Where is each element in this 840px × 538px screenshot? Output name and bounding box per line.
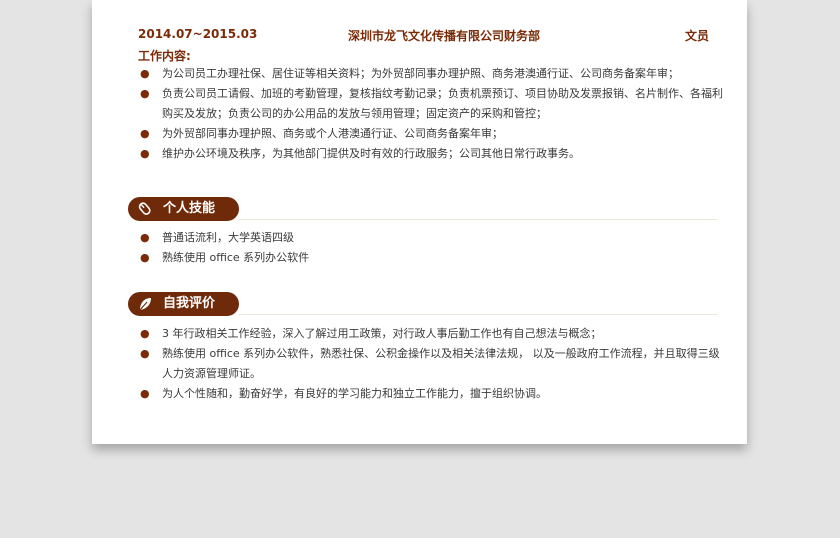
list-item-text: 熟练使用 office 系列办公软件，熟悉社保、公积金操作以及相关法律法规， 以… [162, 347, 720, 380]
list-item: ● 负责公司员工请假、加班的考勤管理，复核指纹考勤记录；负责机票预订、项目协助及发… [138, 84, 723, 124]
work-content-list: ● 为公司员工办理社保、居住证等相关资料；为外贸部同事办理护照、商务港澳通行证、公… [138, 64, 723, 164]
list-item: ● 普通话流利，大学英语四级 [138, 228, 723, 248]
list-item: ● 为公司员工办理社保、居住证等相关资料；为外贸部同事办理护照、商务港澳通行证、公… [138, 64, 723, 84]
list-item-text: 熟练使用 office 系列办公软件 [162, 251, 310, 264]
skills-section-header: 个人技能 [128, 197, 717, 221]
bullet-icon: ● [140, 387, 150, 400]
leaf-icon [139, 298, 151, 311]
bullet-icon: ● [140, 327, 150, 340]
list-item: ● 维护办公环境及秩序，为其他部门提供及时有效的行政服务；公司其他日常行政事务。 [138, 144, 723, 164]
evaluation-section-header: 自我评价 [128, 292, 717, 316]
resume-page: 2014.07~2015.03 深圳市龙飞文化传播有限公司财务部 文员 工作内容… [92, 0, 747, 444]
list-item: ● 熟练使用 office 系列办公软件 [138, 248, 723, 268]
evaluation-title-badge: 自我评价 [128, 292, 239, 316]
list-item-text: 普通话流利，大学英语四级 [162, 231, 294, 244]
divider [239, 314, 717, 315]
work-content-label: 工作内容: [138, 49, 191, 63]
list-item-text: 为人个性随和，勤奋好学，有良好的学习能力和独立工作能力，擅于组织协调。 [162, 387, 547, 400]
bullet-icon: ● [140, 67, 150, 80]
skills-title: 个人技能 [163, 201, 216, 216]
job-company: 深圳市龙飞文化传播有限公司财务部 [348, 29, 541, 43]
bullet-icon: ● [140, 347, 150, 360]
bullet-icon: ● [140, 231, 150, 244]
evaluation-title: 自我评价 [163, 296, 216, 311]
list-item-text: 维护办公环境及秩序，为其他部门提供及时有效的行政服务；公司其他日常行政事务。 [162, 147, 580, 160]
divider [239, 219, 717, 220]
list-item-text: 为公司员工办理社保、居住证等相关资料；为外贸部同事办理护照、商务港澳通行证、公司… [162, 67, 679, 80]
list-item: ● 为人个性随和，勤奋好学，有良好的学习能力和独立工作能力，擅于组织协调。 [138, 384, 723, 404]
mouse-icon [138, 202, 151, 215]
list-item: ● 3 年行政相关工作经验，深入了解过用工政策，对行政人事后勤工作也有自己想法与概… [138, 324, 723, 344]
list-item: ● 熟练使用 office 系列办公软件，熟悉社保、公积金操作以及相关法律法规， … [138, 344, 723, 384]
bullet-icon: ● [140, 251, 150, 264]
bullet-icon: ● [140, 147, 150, 160]
list-item-text: 3 年行政相关工作经验，深入了解过用工政策，对行政人事后勤工作也有自己想法与概念… [162, 327, 602, 340]
bullet-icon: ● [140, 127, 150, 140]
list-item: ● 为外贸部同事办理护照、商务或个人港澳通行证、公司商务备案年审； [138, 124, 723, 144]
job-date: 2014.07~2015.03 [138, 27, 258, 41]
list-item-text: 负责公司员工请假、加班的考勤管理，复核指纹考勤记录；负责机票预订、项目协助及发票… [162, 87, 723, 120]
bullet-icon: ● [140, 87, 150, 100]
list-item-text: 为外贸部同事办理护照、商务或个人港澳通行证、公司商务备案年审； [162, 127, 503, 140]
skills-title-badge: 个人技能 [128, 197, 239, 221]
skills-list: ● 普通话流利，大学英语四级 ● 熟练使用 office 系列办公软件 [138, 228, 723, 268]
job-header: 2014.07~2015.03 深圳市龙飞文化传播有限公司财务部 文员 [138, 27, 709, 43]
job-role: 文员 [684, 29, 709, 43]
evaluation-list: ● 3 年行政相关工作经验，深入了解过用工政策，对行政人事后勤工作也有自己想法与概… [138, 324, 723, 404]
